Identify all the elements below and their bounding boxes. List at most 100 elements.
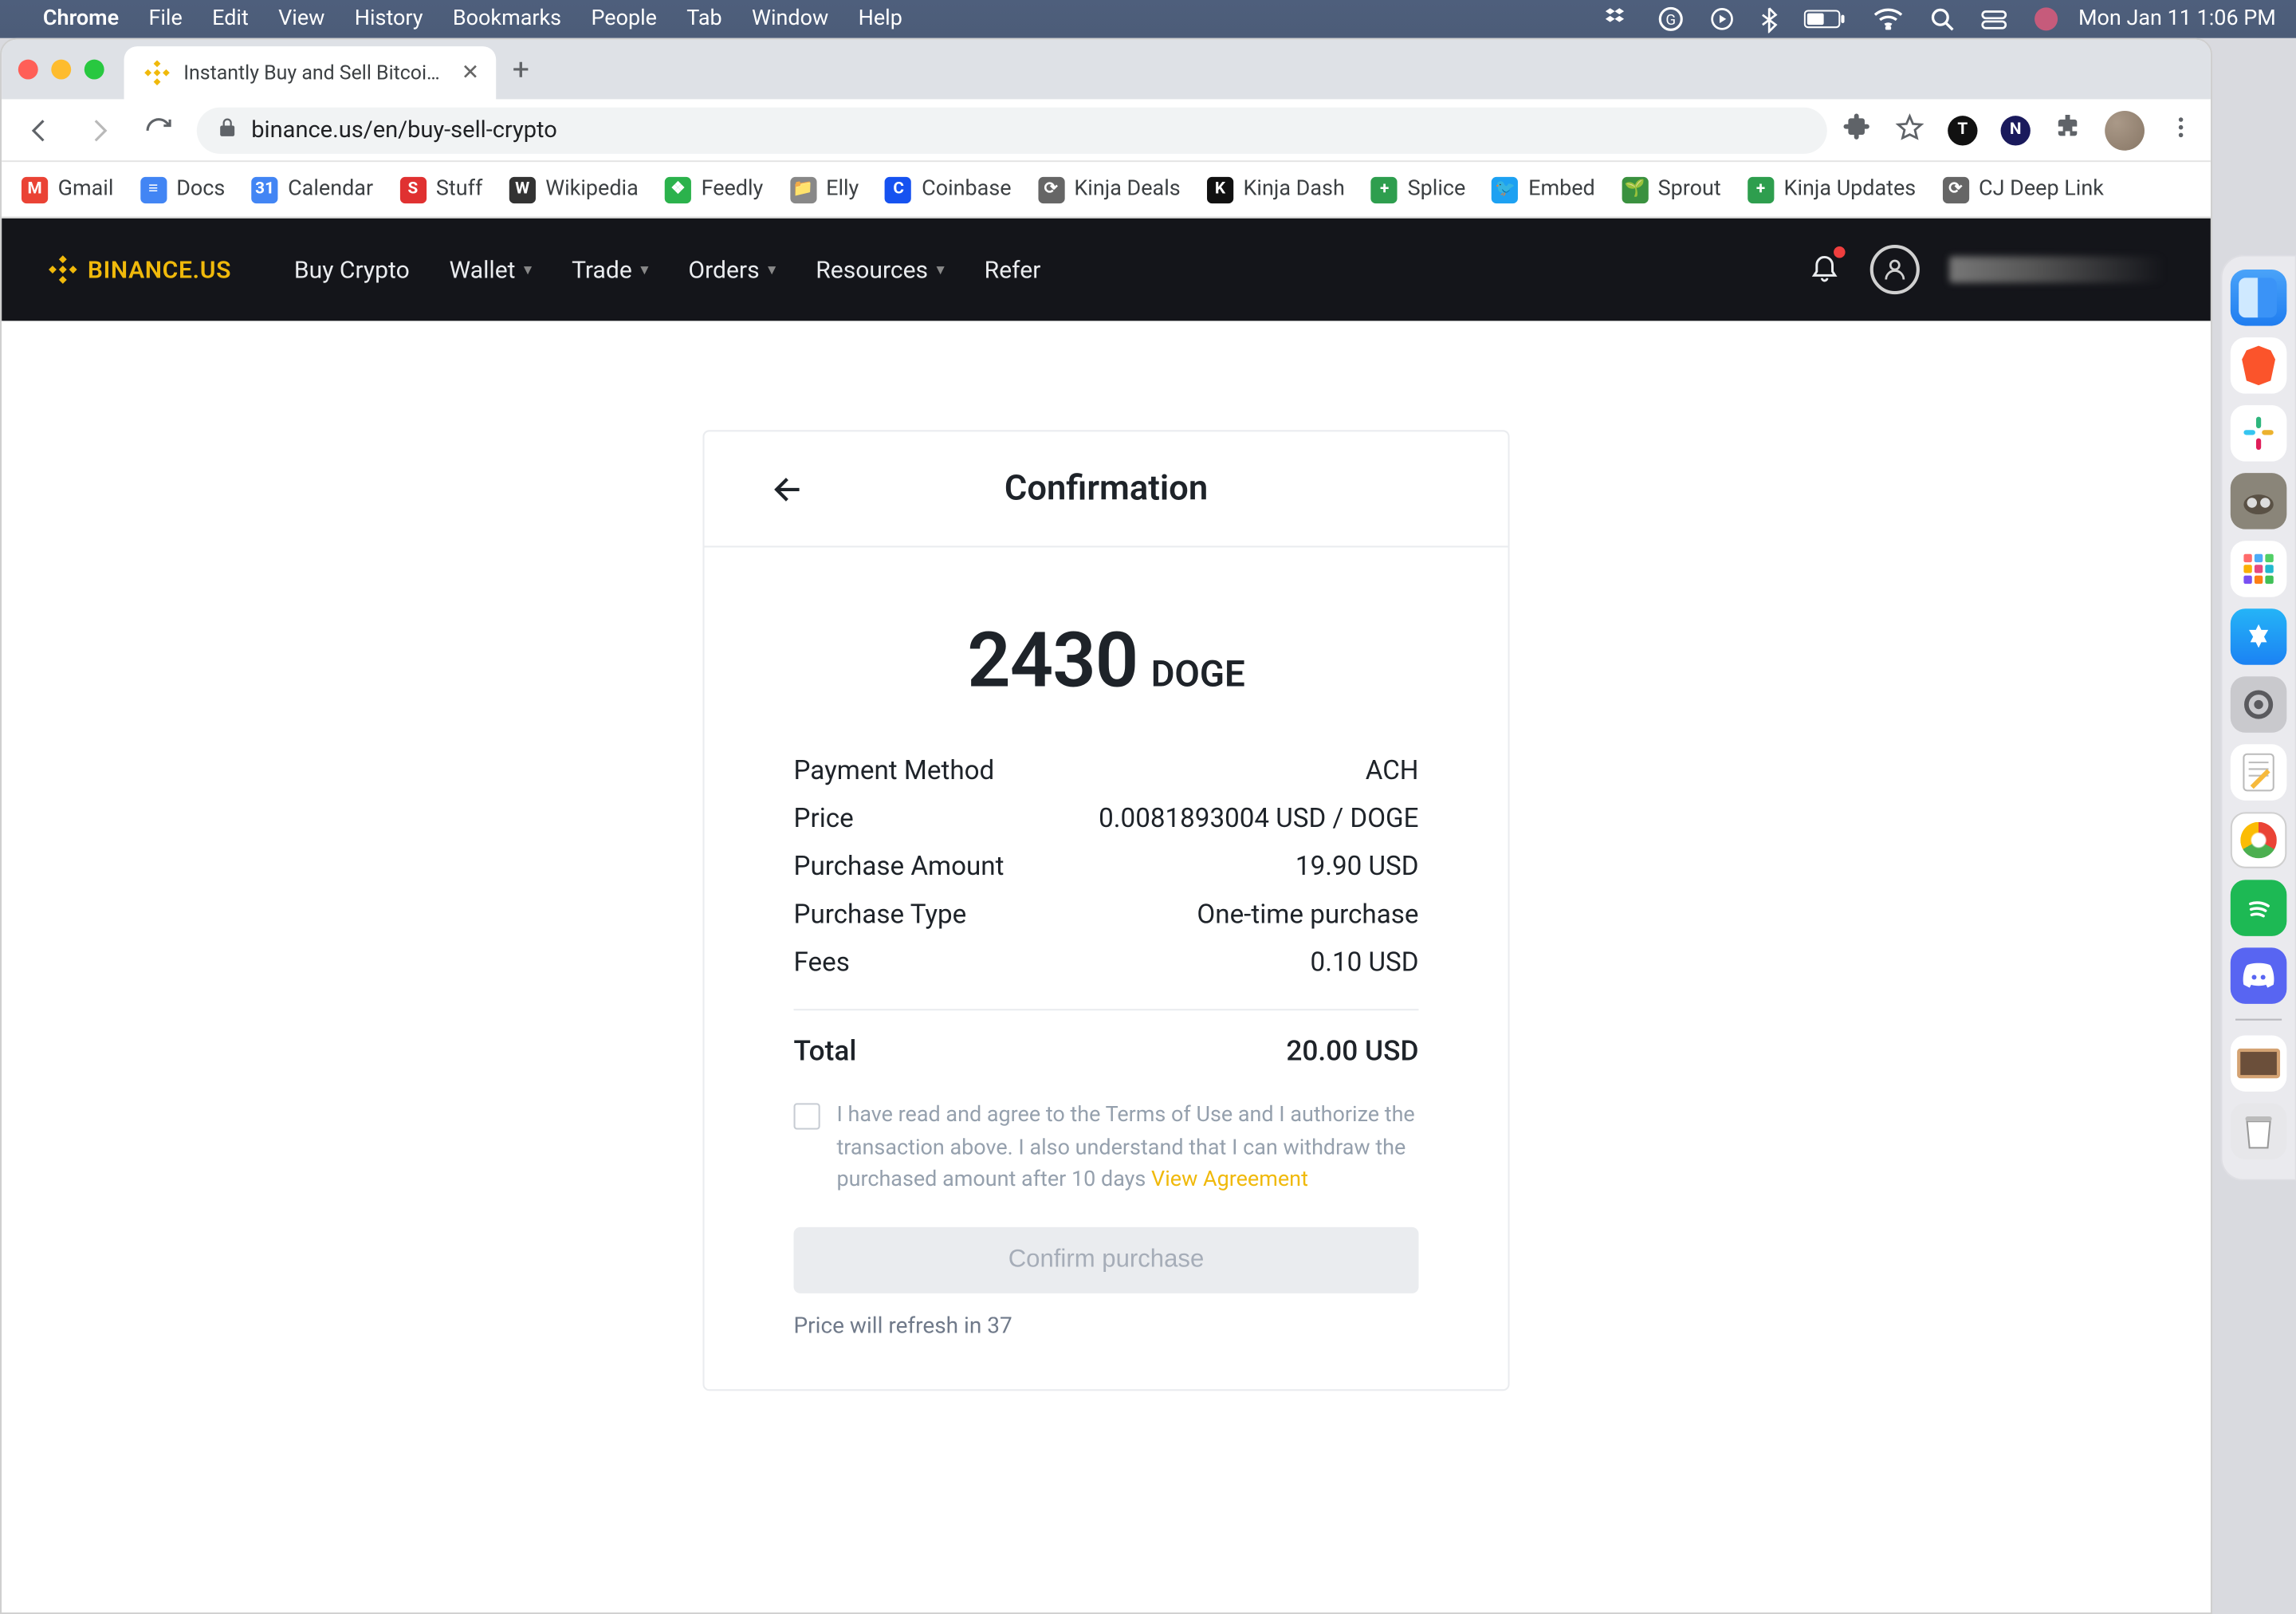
dock-slack[interactable] [2230,405,2286,462]
nav-forward-button[interactable] [77,108,120,152]
nav-link[interactable]: Wallet▾ [450,255,533,283]
nav-link-label: Buy Crypto [294,255,410,283]
nav-reload-button[interactable] [137,108,180,152]
dock-textedit[interactable] [2230,744,2286,801]
caret-down-icon: ▾ [936,261,944,279]
bookmark-item[interactable]: ❖Feedly [665,176,763,203]
confirm-purchase-button[interactable]: Confirm purchase [794,1226,1419,1293]
bluetooth-icon[interactable] [1761,6,1778,32]
bookmark-label: Gmail [58,177,114,202]
menu-view[interactable]: View [278,6,324,31]
dock-trash[interactable] [2230,1103,2286,1159]
dock-chrome[interactable] [2230,812,2286,868]
svg-text:G: G [1665,11,1676,29]
window-close-button[interactable] [18,60,38,80]
window-zoom-button[interactable] [85,60,104,80]
dock-recent[interactable] [2230,1035,2286,1092]
bookmark-label: Feedly [702,177,764,202]
nav-link[interactable]: Resources▾ [816,255,945,283]
tab-close-icon[interactable]: ✕ [462,61,480,85]
control-center-icon[interactable] [1981,9,2007,29]
nav-back-button[interactable] [18,108,61,152]
address-bar[interactable]: binance.us/en/buy-sell-crypto [197,107,1827,153]
back-button[interactable] [770,470,807,507]
nav-link[interactable]: Buy Crypto [294,255,410,283]
detail-key: Payment Method [794,754,995,785]
menu-history[interactable]: History [355,6,423,31]
bookmark-item[interactable]: 🐦Embed [1492,176,1595,203]
grammarly-status-icon[interactable]: G [1658,6,1683,31]
window-minimize-button[interactable] [51,60,71,80]
bookmark-star-icon[interactable] [1895,112,1924,148]
browser-tab[interactable]: Instantly Buy and Sell Bitcoin, E ✕ [124,46,496,99]
dock-appstore[interactable] [2230,608,2286,665]
bookmark-item[interactable]: K Kinja Dash [1207,176,1345,203]
dock-spotify[interactable] [2230,880,2286,936]
menu-bookmarks[interactable]: Bookmarks [453,6,561,31]
bookmarks-bar: MGmail ≡Docs 31Calendar SStuff WWikipedia ❖Fe… [2,162,2211,218]
menu-people[interactable]: People [591,6,657,31]
bookmark-item[interactable]: +Splice [1371,176,1465,203]
user-status-icon[interactable] [2034,6,2058,31]
nav-link[interactable]: Orders▾ [688,255,776,283]
view-agreement-link[interactable]: View Agreement [1151,1167,1308,1192]
tab-strip: Instantly Buy and Sell Bitcoin, E ✕ + [2,40,2211,100]
notifications-button[interactable] [1809,250,1840,289]
wifi-icon[interactable] [1873,8,1903,30]
bookmark-label: Calendar [288,177,373,202]
media-status-icon[interactable] [1710,6,1735,31]
menu-edit[interactable]: Edit [212,6,249,31]
bookmark-item[interactable]: 🌱Sprout [1622,176,1721,203]
bookmark-item[interactable]: ⟳Kinja Deals [1038,176,1181,203]
user-menu-button[interactable] [1870,245,1920,294]
chrome-menu-icon[interactable] [2168,113,2194,146]
detail-row: Purchase TypeOne-time purchase [794,890,1419,938]
profile-avatar[interactable] [2105,110,2145,150]
dock-finder[interactable] [2230,270,2286,326]
agree-checkbox[interactable] [794,1103,820,1129]
brand-logo[interactable]: BINANCE.US [48,254,231,284]
nav-link[interactable]: Refer [985,255,1041,283]
dropbox-status-icon[interactable] [1606,6,1632,32]
dock-settings[interactable] [2230,676,2286,733]
new-tab-button[interactable]: + [513,52,529,87]
extensions-icon[interactable] [1844,112,1872,148]
bookmark-icon: K [1207,176,1233,203]
menu-help[interactable]: Help [859,6,902,31]
battery-icon[interactable] [1804,8,1847,30]
bookmark-icon: S [399,176,426,203]
obscured-username [1949,256,2164,282]
dock [2219,254,2295,1180]
agree-text: I have read and agree to the Terms of Us… [836,1103,1414,1192]
bookmark-item[interactable]: 31Calendar [252,176,374,203]
bookmark-item[interactable]: +Kinja Updates [1748,176,1916,203]
menu-file[interactable]: File [148,6,182,31]
menu-window[interactable]: Window [752,6,828,31]
ext-badge-t[interactable]: T [1948,115,1977,144]
dock-gimp[interactable] [2230,473,2286,529]
bookmark-label: Kinja Dash [1244,177,1345,202]
spotlight-icon[interactable] [1929,6,1954,31]
bookmark-item[interactable]: MGmail [22,176,113,203]
menu-tab[interactable]: Tab [686,6,721,31]
bookmark-item[interactable]: SStuff [399,176,482,203]
bookmark-item[interactable]: ⟳CJ Deep Link [1942,176,2104,203]
bookmark-item[interactable]: WWikipedia [509,176,639,203]
nav-link[interactable]: Trade▾ [572,255,649,283]
notification-dot-icon [1834,246,1846,258]
bookmark-icon: C [886,176,912,203]
menu-clock[interactable]: Mon Jan 11 1:06 PM [2078,6,2276,31]
dock-launchpad[interactable] [2230,541,2286,597]
bookmark-item[interactable]: 📁Elly [789,176,859,203]
detail-key: Purchase Type [794,898,967,929]
bookmark-item[interactable]: CCoinbase [886,176,1012,203]
detail-key: Fees [794,946,850,977]
menu-app-name[interactable]: Chrome [43,6,119,31]
bookmark-label: Docs [176,177,225,202]
extensions-menu-icon[interactable] [2054,112,2082,148]
dock-discord[interactable] [2230,947,2286,1004]
bookmark-item[interactable]: ≡Docs [140,176,226,203]
url-text: binance.us/en/buy-sell-crypto [251,116,557,143]
ext-badge-n[interactable]: N [2001,115,2031,144]
dock-brave[interactable] [2230,337,2286,394]
